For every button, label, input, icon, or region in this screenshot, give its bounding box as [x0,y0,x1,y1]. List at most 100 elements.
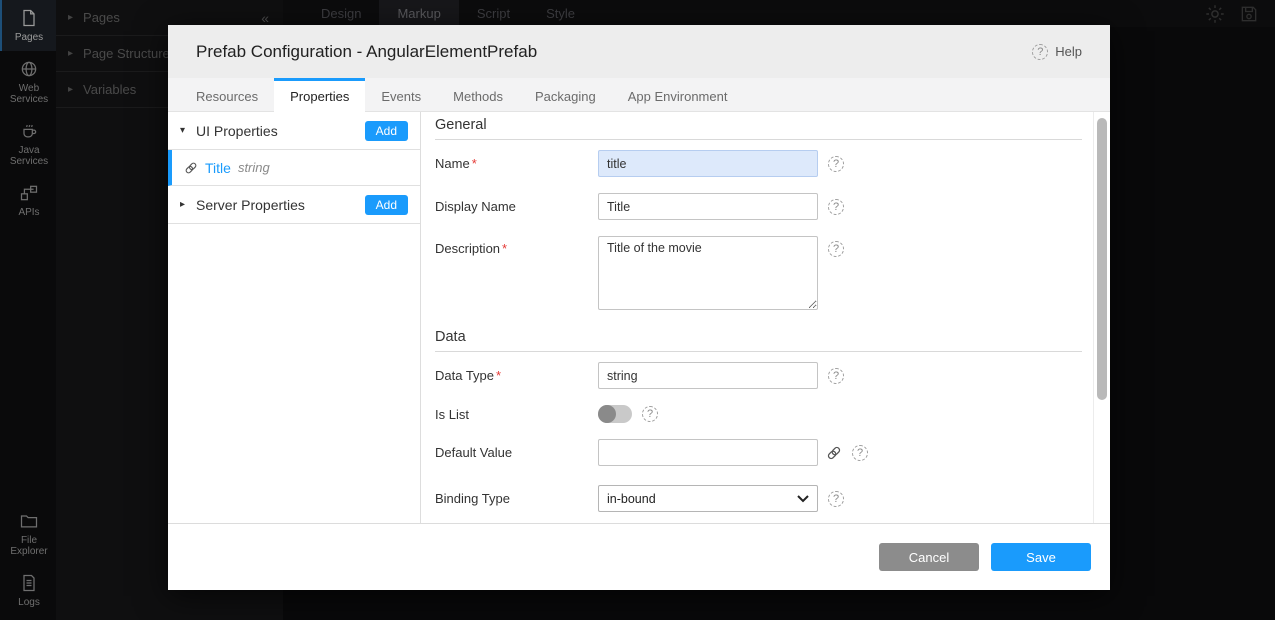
display-name-input[interactable] [598,193,818,220]
dialog-body: ▾ UI Properties Add Title string ▸ Serve… [168,112,1110,523]
tree-item-label: Variables [83,82,136,97]
left-icon-rail: Pages Web Services Java Services APIs Fi… [0,0,56,620]
save-button[interactable]: Save [991,543,1091,571]
gear-icon[interactable] [1204,3,1226,25]
question-circle-icon: ? [1032,44,1048,60]
name-input[interactable] [598,150,818,177]
help-label: Help [1055,44,1082,59]
name-label: Name* [435,156,598,171]
rail-item-apis[interactable]: APIs [0,175,56,226]
rail-item-logs[interactable]: Logs [0,565,56,616]
description-label: Description* [435,236,598,256]
rail-item-pages[interactable]: Pages [0,0,56,51]
tab-methods[interactable]: Methods [437,78,519,112]
rail-spacer [0,226,56,503]
group-label: Server Properties [196,197,305,213]
description-field-row: Description* Title of the movie ? [435,236,1082,310]
ui-properties-group[interactable]: ▾ UI Properties Add [168,112,420,150]
property-name: Title [205,160,231,176]
tab-properties[interactable]: Properties [274,78,365,113]
rail-item-label: Logs [18,597,40,608]
is-list-toggle[interactable] [598,405,632,423]
data-type-label: Data Type* [435,368,598,383]
editor-topbar: Design Markup Script Style [283,0,1275,27]
server-properties-group[interactable]: ▸ Server Properties Add [168,186,420,224]
required-marker: * [496,368,501,383]
display-name-field-row: Display Name ? [435,193,1082,220]
binding-type-help-icon[interactable]: ? [828,491,844,507]
prefab-configuration-dialog: Prefab Configuration - AngularElementPre… [168,25,1110,590]
data-type-input[interactable] [598,362,818,389]
is-list-field-row: Is List ? [435,405,1082,423]
required-marker: * [502,241,507,256]
caret-right-icon: ▸ [68,48,73,59]
dialog-footer: Cancel Save [168,523,1110,590]
binding-type-field-row: Binding Type in-bound ? [435,485,1082,512]
rail-item-label: Web Services [4,83,54,105]
rail-item-label: File Explorer [4,535,54,557]
api-nodes-icon [19,183,39,203]
tab-events[interactable]: Events [365,78,437,112]
bind-link-icon[interactable] [826,445,842,461]
collapse-panel-icon[interactable]: « [261,10,271,26]
property-type: string [238,160,270,175]
caret-right-icon: ▸ [180,199,196,210]
save-floppy-icon[interactable] [1239,4,1259,24]
general-section-heading: General [435,117,1082,140]
description-textarea[interactable]: Title of the movie [598,236,818,310]
data-type-field-row: Data Type* ? [435,362,1082,389]
help-button[interactable]: ? Help [1032,44,1082,60]
toggle-knob [598,405,616,423]
is-list-label: Is List [435,407,598,422]
rail-item-java-services[interactable]: Java Services [0,113,56,175]
scrollbar-thumb[interactable] [1097,118,1107,400]
globe-icon [19,59,39,79]
topbar-tab-design[interactable]: Design [303,0,379,27]
tab-packaging[interactable]: Packaging [519,78,612,112]
caret-right-icon: ▸ [68,84,73,95]
default-value-field-row: Default Value ? [435,439,1082,466]
tab-app-environment[interactable]: App Environment [612,78,744,112]
log-file-icon [19,573,39,593]
app-window: Pages Web Services Java Services APIs Fi… [0,0,1275,620]
coffee-cup-icon [19,121,39,141]
caret-down-icon: ▾ [180,125,196,136]
default-value-input[interactable] [598,439,818,466]
dialog-header: Prefab Configuration - AngularElementPre… [168,25,1110,78]
topbar-tab-script[interactable]: Script [459,0,528,27]
folder-icon [19,511,39,531]
caret-right-icon: ▸ [68,12,73,23]
data-type-help-icon[interactable]: ? [828,368,844,384]
tree-item-label: Page Structure [83,46,170,61]
topbar-tab-style[interactable]: Style [528,0,593,27]
default-value-label: Default Value [435,445,598,460]
group-label: UI Properties [196,123,278,139]
properties-list-panel: ▾ UI Properties Add Title string ▸ Serve… [168,112,421,523]
default-value-help-icon[interactable]: ? [852,445,868,461]
name-help-icon[interactable]: ? [828,156,844,172]
display-name-help-icon[interactable]: ? [828,199,844,215]
cancel-button[interactable]: Cancel [879,543,979,571]
description-help-icon[interactable]: ? [828,241,844,257]
binding-type-select[interactable]: in-bound [598,485,818,512]
property-item-title[interactable]: Title string [168,150,420,186]
dialog-title: Prefab Configuration - AngularElementPre… [196,42,537,62]
tab-resources[interactable]: Resources [180,78,274,112]
scrollbar-track[interactable] [1093,112,1110,523]
required-marker: * [472,156,477,171]
property-form: General Name* ? Display Name ? Descripti… [421,112,1110,523]
link-icon [184,161,198,175]
chevron-down-icon [797,495,809,503]
topbar-tab-markup[interactable]: Markup [379,0,458,27]
page-icon [19,8,39,28]
add-server-property-button[interactable]: Add [365,195,408,215]
topbar-actions [1204,3,1275,25]
binding-type-value: in-bound [607,492,656,506]
data-section-heading: Data [435,329,1082,352]
rail-item-file-explorer[interactable]: File Explorer [0,503,56,565]
rail-item-label: Java Services [4,145,54,167]
rail-item-web-services[interactable]: Web Services [0,51,56,113]
is-list-help-icon[interactable]: ? [642,406,658,422]
add-ui-property-button[interactable]: Add [365,121,408,141]
rail-item-label: APIs [18,207,39,218]
